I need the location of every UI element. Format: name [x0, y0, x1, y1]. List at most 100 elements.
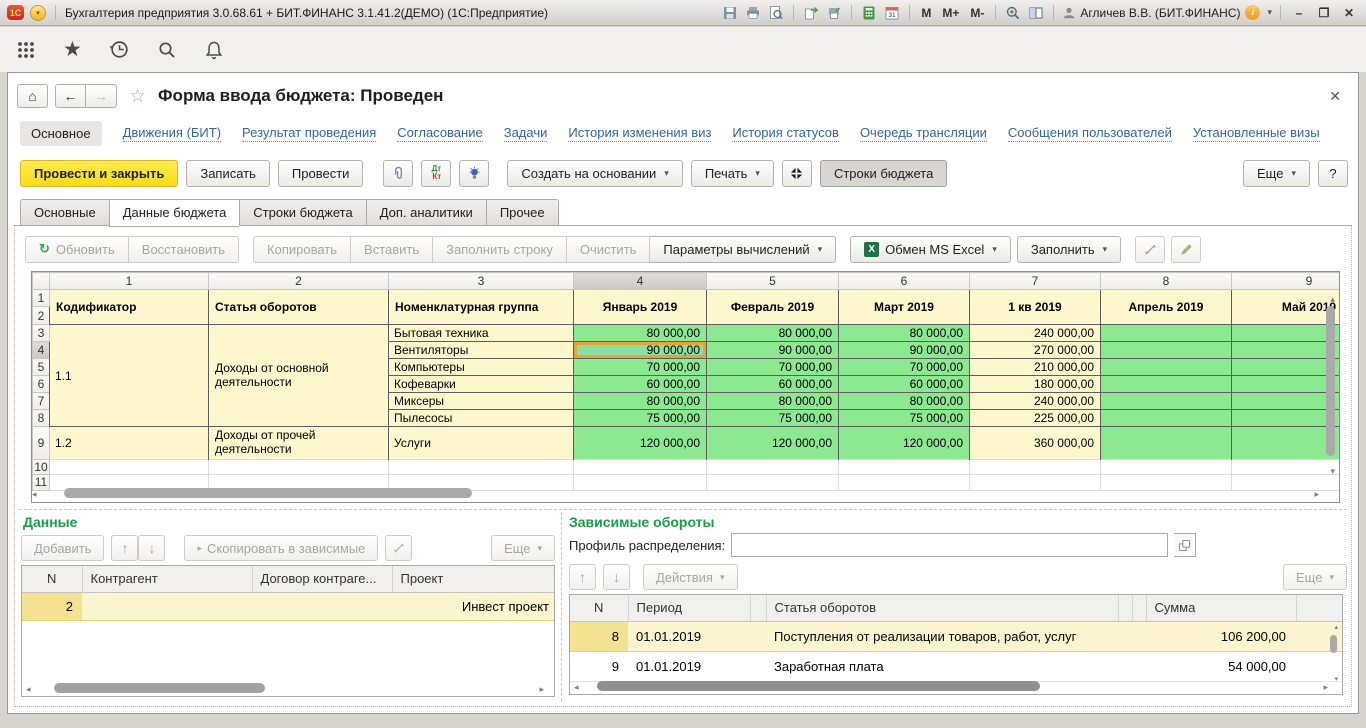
swap-button[interactable] [385, 535, 412, 561]
tab-extra-analytics[interactable]: Доп. аналитики [366, 199, 486, 226]
budget-lines-button[interactable]: Строки бюджета [820, 160, 947, 187]
create-based-on-button[interactable]: Создать на основании▾ [507, 160, 682, 187]
copy-to-dependent-button[interactable]: ▸ Скопировать в зависимые [184, 535, 378, 561]
move-down-button[interactable]: ↓ [138, 535, 165, 561]
help-button[interactable]: ? [1318, 160, 1348, 187]
print-preview-icon[interactable] [767, 4, 785, 21]
header-apr[interactable]: Апрель 2019 [1101, 290, 1232, 325]
memory-minus-button[interactable]: М- [967, 6, 987, 20]
header-nomenclature[interactable]: Номенклатурная группа [389, 290, 574, 325]
vertical-scrollbar[interactable]: ▴ ▾ [1330, 627, 1340, 679]
header-codifier[interactable]: Кодификатор [50, 290, 209, 325]
header-may[interactable]: Май 2019 [1232, 290, 1341, 325]
scroll-thumb[interactable] [597, 681, 1040, 691]
search-icon[interactable] [157, 40, 177, 60]
header-feb[interactable]: Февраль 2019 [707, 290, 839, 325]
nav-link-user-messages[interactable]: Сообщения пользователей [1008, 125, 1172, 142]
horizontal-scrollbar[interactable]: ◂ ▸ [34, 683, 536, 694]
selected-cell[interactable]: 90 000,00 [574, 342, 707, 359]
horizontal-scrollbar[interactable]: ◂ ▸ [582, 681, 1320, 692]
splitter[interactable] [19, 509, 1347, 510]
nav-link-visa-history[interactable]: История изменения виз [568, 125, 711, 142]
fill-row-button[interactable]: Заполнить строку [433, 236, 567, 263]
copy-button[interactable]: Копировать [253, 236, 351, 263]
nav-item-main[interactable]: Основное [20, 121, 102, 146]
tab-budget-lines[interactable]: Строки бюджета [239, 199, 365, 226]
calendar-icon[interactable]: 31 [883, 4, 901, 21]
choose-button[interactable] [1174, 533, 1196, 557]
nav-link-set-visas[interactable]: Установленные визы [1193, 125, 1320, 142]
dtkt-button[interactable]: ДтКт [421, 160, 451, 187]
close-window-button[interactable]: ✕ [1339, 6, 1359, 20]
send-document-icon[interactable] [802, 4, 820, 21]
header-article[interactable]: Статья оборотов [209, 290, 389, 325]
profile-input[interactable] [731, 533, 1168, 557]
edit-button[interactable] [1171, 236, 1201, 263]
nav-link-movements[interactable]: Движения (БИТ) [123, 125, 221, 142]
forward-button[interactable]: → [86, 84, 117, 108]
history-icon[interactable] [109, 39, 130, 60]
tab-main[interactable]: Основные [20, 199, 109, 226]
split-view-icon[interactable] [1027, 4, 1045, 21]
scroll-thumb[interactable] [64, 488, 472, 498]
main-menu-button[interactable]: ▾ [30, 5, 46, 21]
scroll-thumb[interactable] [1330, 635, 1337, 653]
calc-params-button[interactable]: Параметры вычислений▾ [650, 236, 836, 263]
tab-other[interactable]: Прочее [486, 199, 559, 226]
codifier-cell[interactable]: 1.1 [50, 325, 209, 427]
close-form-icon[interactable]: ✕ [1329, 88, 1341, 105]
refresh-button[interactable]: ↻ Обновить [25, 236, 129, 263]
info-icon[interactable]: i [1245, 5, 1260, 20]
move-up-button[interactable]: ↑ [111, 535, 138, 561]
nav-link-post-result[interactable]: Результат проведения [242, 125, 376, 142]
data-table[interactable]: N Контрагент Договор контраге... Проект … [21, 565, 555, 697]
nav-link-tasks[interactable]: Задачи [504, 125, 548, 142]
dependent-table[interactable]: N Период Статья оборотов Сумма 8 01.01.2… [569, 594, 1343, 695]
more-button[interactable]: Еще▾ [491, 535, 555, 561]
sheet-horizontal-scrollbar[interactable]: ◂ ▸ [38, 488, 1313, 499]
move-up-button[interactable]: ↑ [569, 564, 596, 590]
current-user[interactable]: Агличев В.В. (БИТ.ФИНАНС) [1062, 6, 1240, 20]
paste-button[interactable]: Вставить [351, 236, 433, 263]
collapse-button[interactable] [782, 160, 812, 187]
article-cell[interactable]: Доходы от прочей деятельности [209, 427, 389, 460]
more-button[interactable]: Еще▾ [1243, 160, 1310, 187]
home-button[interactable]: ⌂ [17, 84, 48, 108]
zoom-icon[interactable] [1004, 4, 1022, 21]
minimize-button[interactable]: – [1289, 6, 1309, 20]
scroll-thumb[interactable] [54, 683, 265, 693]
hint-button[interactable] [459, 160, 489, 187]
tab-budget-data[interactable]: Данные бюджета [109, 199, 240, 227]
restore-button[interactable]: ❐ [1314, 6, 1334, 20]
write-button[interactable]: Записать [186, 160, 270, 187]
budget-spreadsheet[interactable]: 1 2 3 4 5 6 7 8 9 1 Кодификатор Статья о… [31, 271, 1340, 503]
back-button[interactable]: ← [55, 84, 86, 108]
article-cell[interactable]: Доходы от основной деятельности [209, 325, 389, 427]
header-mar[interactable]: Март 2019 [839, 290, 970, 325]
restore-button[interactable]: Восстановить [129, 236, 239, 263]
memory-plus-button[interactable]: М+ [939, 6, 962, 20]
codifier-cell[interactable]: 1.2 [50, 427, 209, 460]
header-jan[interactable]: Январь 2019 [574, 290, 707, 325]
save-icon[interactable] [721, 4, 739, 21]
move-down-button[interactable]: ↓ [603, 564, 630, 590]
receive-document-icon[interactable] [825, 4, 843, 21]
splitter[interactable] [561, 512, 562, 701]
notifications-bell-icon[interactable] [204, 40, 224, 60]
favorites-icon[interactable]: ★ [63, 39, 82, 60]
print-icon[interactable] [744, 4, 762, 21]
memory-button[interactable]: М [918, 6, 934, 20]
header-q1[interactable]: 1 кв 2019 [970, 290, 1101, 325]
post-button[interactable]: Провести [278, 160, 364, 187]
more-button[interactable]: Еще▾ [1283, 564, 1347, 590]
nav-link-approval[interactable]: Согласование [397, 125, 482, 142]
favorite-star-icon[interactable]: ☆ [129, 85, 146, 108]
nav-link-status-history[interactable]: История статусов [732, 125, 839, 142]
sheet-vertical-scrollbar[interactable]: ▴ ▾ [1326, 306, 1336, 464]
nav-link-translation-queue[interactable]: Очередь трансляции [860, 125, 987, 142]
clear-button[interactable]: Очистить [567, 236, 651, 263]
calculator-icon[interactable] [860, 4, 878, 21]
swap-button[interactable] [1135, 236, 1165, 263]
scroll-thumb[interactable] [1326, 306, 1335, 456]
attachments-button[interactable] [383, 160, 413, 187]
